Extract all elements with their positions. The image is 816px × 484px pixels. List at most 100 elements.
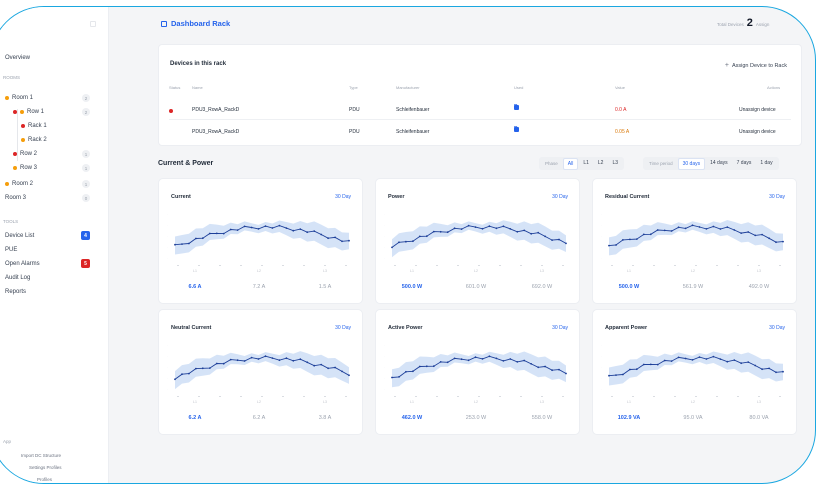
data-point — [412, 370, 414, 373]
sidebar-item-device-list[interactable]: Device List — [5, 231, 34, 241]
chart-plot[interactable]: · · · · · — [167, 336, 357, 400]
data-point — [558, 238, 560, 241]
sidebar-tree-item[interactable]: Rack 2 — [21, 135, 47, 145]
period-option-7-days[interactable]: 7 days — [733, 158, 756, 170]
phase-stat-value: 492.0 W — [748, 284, 770, 290]
total-devices-label: Total Devices — [717, 22, 744, 27]
data-point — [285, 357, 288, 360]
sidebar-item-pue[interactable]: PUE — [5, 245, 17, 255]
chart-range-link[interactable]: 30 Day — [552, 325, 568, 331]
data-point — [460, 358, 463, 361]
sidebar-tree-item[interactable]: Row 3 — [13, 163, 37, 173]
data-point — [523, 359, 526, 362]
sidebar-tree-item[interactable]: Rack 1 — [21, 121, 47, 131]
col-value: Value — [615, 85, 625, 90]
phase-stat-label: L3 — [323, 400, 327, 404]
x-tick — [541, 265, 543, 266]
phase-stat: L1 102.9 VA — [599, 400, 659, 424]
unassign-device-button[interactable]: Unassign device — [739, 129, 776, 135]
data-point — [622, 373, 624, 376]
data-point — [615, 374, 617, 376]
x-tick — [478, 396, 480, 397]
sidebar-item-label: PUE — [5, 247, 18, 253]
phase-stat-label: L3 — [757, 269, 761, 273]
data-point — [551, 239, 553, 241]
data-point — [278, 224, 281, 227]
data-point — [446, 361, 449, 364]
tree-count-badge: 2 — [82, 108, 90, 116]
sidebar-tree-label: Room 2 — [12, 181, 34, 187]
data-point — [629, 368, 631, 371]
unassign-device-button[interactable]: Unassign device — [739, 107, 776, 113]
x-tick — [345, 265, 347, 266]
col-type: Type — [349, 85, 358, 90]
x-tick — [415, 265, 417, 266]
phase-stat-label: L1 — [627, 400, 631, 404]
chart-title: Power — [388, 194, 405, 200]
y-tick: · — [167, 355, 168, 358]
chart-range-link[interactable]: 30 Day — [769, 194, 785, 200]
chart-plot[interactable]: · · · · · — [384, 205, 574, 269]
phase-stat-value: 253.0 W — [465, 415, 487, 421]
chart-plot[interactable]: · · · · · — [384, 336, 574, 400]
status-dot — [5, 182, 9, 186]
phase-stat-value: 601.0 W — [465, 284, 487, 290]
x-tick — [674, 396, 676, 397]
device-name[interactable]: PDU3_RowA_RackD — [192, 129, 239, 135]
sidebar-item-overview[interactable]: Overview — [5, 53, 30, 63]
data-point — [698, 226, 701, 228]
sidebar-item-import[interactable]: Import DC Structure — [21, 453, 61, 458]
data-point — [188, 242, 190, 245]
chart-card-active-power: Active Power 30 Day · · · · · L1 462.0 W L2 253.0 … — [375, 309, 580, 435]
sidebar-tree-item[interactable]: Room 3 — [5, 193, 26, 203]
device-name[interactable]: PDU3_RowA_RackD — [192, 107, 239, 113]
phase-option-all[interactable]: All — [562, 157, 579, 170]
data-point — [181, 243, 183, 245]
chart-plot[interactable]: · · · · · — [167, 205, 357, 269]
phase-stat: L2 7.2 A — [229, 269, 289, 293]
period-option-30-days[interactable]: 30 days — [677, 157, 706, 170]
data-point — [698, 356, 701, 358]
data-point — [391, 246, 393, 249]
data-point — [684, 357, 687, 360]
period-option-1-day[interactable]: 1 day — [756, 158, 776, 170]
phase-stat: L3 492.0 W — [729, 269, 789, 293]
sidebar-item-reports[interactable]: Reports — [5, 287, 26, 297]
chart-range-link[interactable]: 30 Day — [769, 325, 785, 331]
y-tick: · — [167, 246, 168, 249]
phase-stats: L1 500.0 W L2 601.0 W L3 692.0 W — [386, 269, 569, 297]
y-tick: · — [384, 366, 385, 369]
page-title[interactable]: Dashboard Rack — [171, 19, 230, 28]
assign-device-button[interactable]: + Assign Device to Rack — [725, 62, 787, 69]
sidebar-item-open-alarms[interactable]: Open Alarms — [5, 259, 40, 269]
chart-range-link[interactable]: 30 Day — [335, 194, 351, 200]
chart-card-current: Current 30 Day · · · · · L1 6.6 A L2 7.2 A L3 1.5 A — [158, 178, 363, 304]
sidebar-tree-item[interactable]: Room 1 — [5, 93, 33, 103]
sidebar-item-settings-profiles[interactable]: Settings Profiles — [29, 465, 62, 470]
tree-count-badge: 1 — [82, 150, 90, 158]
chart-range-link[interactable]: 30 Day — [552, 194, 568, 200]
phase-option-l1[interactable]: L1 — [579, 158, 593, 170]
period-option-14-days[interactable]: 14 days — [706, 158, 732, 170]
sidebar-collapse-icon[interactable] — [90, 21, 96, 27]
data-point — [670, 230, 673, 232]
sidebar-item-profiles[interactable]: Profiles — [37, 477, 52, 482]
nav-count-badge: 4 — [81, 231, 90, 240]
sidebar-tree-label: Rack 2 — [28, 137, 47, 143]
chart-plot[interactable]: · · · · · — [601, 336, 791, 400]
rack-icon — [161, 20, 167, 27]
tree-count-badge: 1 — [82, 164, 90, 172]
sidebar-tree-item[interactable]: Room 2 — [5, 179, 33, 189]
phase-option-l3[interactable]: L3 — [608, 158, 622, 170]
phase-option-l2[interactable]: L2 — [594, 158, 608, 170]
data-point — [306, 361, 309, 364]
sidebar-tree-label: Row 3 — [20, 165, 38, 171]
x-tick — [562, 265, 564, 266]
y-tick: · — [167, 377, 168, 380]
y-tick: · — [167, 213, 168, 216]
data-point — [775, 371, 777, 374]
chart-range-link[interactable]: 30 Day — [335, 325, 351, 331]
sidebar-item-audit-log[interactable]: Audit Log — [5, 273, 30, 283]
chart-plot[interactable]: · · · · · — [601, 205, 791, 269]
range-band — [609, 220, 783, 256]
